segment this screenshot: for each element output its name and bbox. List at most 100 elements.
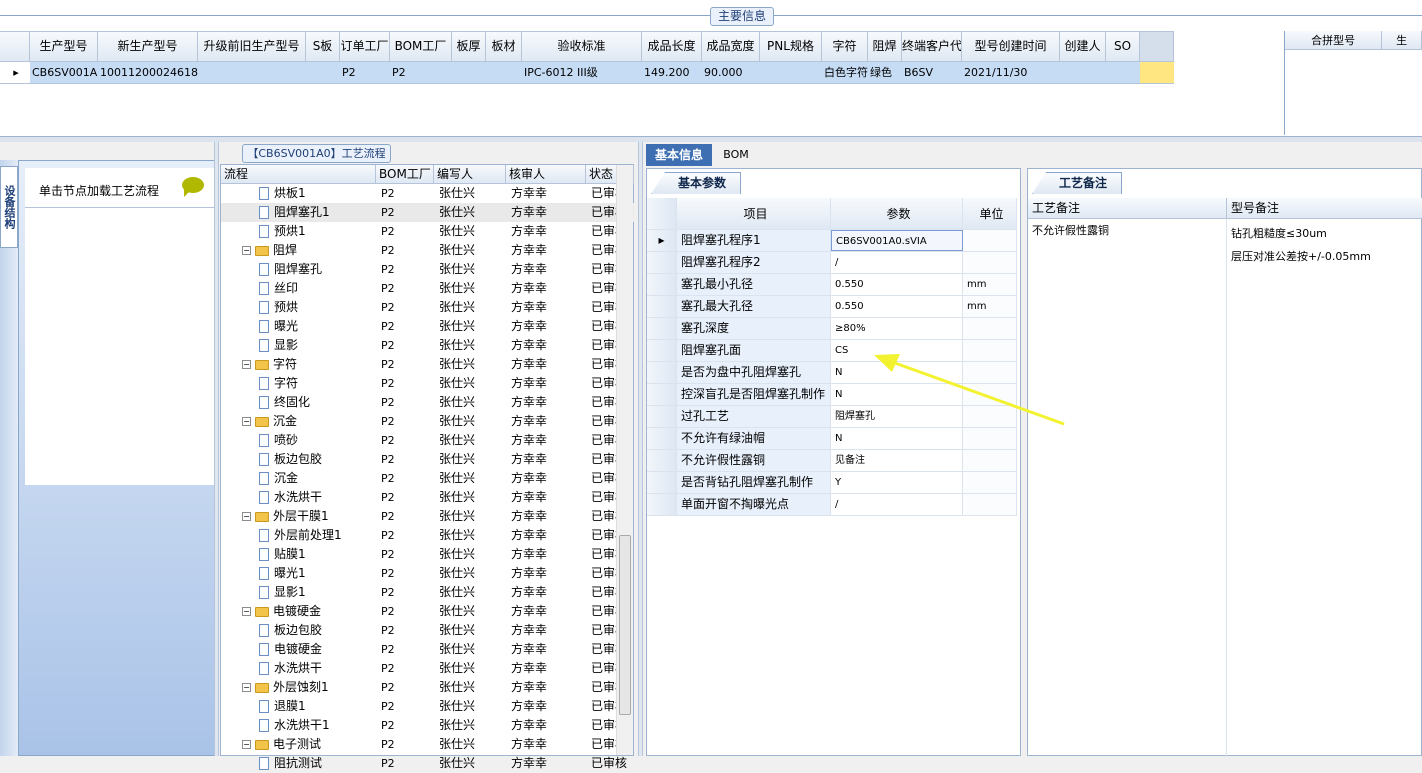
main-grid-cell[interactable]: P2 [390,62,452,83]
param-row[interactable]: 不允许假性露铜 见备注 [647,450,1017,472]
collapse-icon[interactable]: − [242,740,251,749]
collapse-icon[interactable]: − [242,512,251,521]
param-value[interactable]: / [831,252,963,273]
param-value[interactable]: CB6SV001A0.sVIA [831,230,963,251]
params-col-header[interactable]: 参数 [831,198,963,229]
tab-basic-params[interactable]: 基本参数 [651,172,742,194]
tree-row[interactable]: 阻抗测试 P2 张仕兴 方幸幸 已审核 [221,754,634,773]
main-grid-col-header[interactable]: 新生产型号 [98,32,198,61]
param-row[interactable]: 过孔工艺 阻焊塞孔 [647,406,1017,428]
param-value[interactable]: N [831,362,963,383]
param-value[interactable]: N [831,428,963,449]
tree-scroll-thumb[interactable] [619,535,631,715]
main-grid-cell[interactable] [1106,62,1140,83]
param-row[interactable]: ▸ 阻焊塞孔程序1 CB6SV001A0.sVIA [647,230,1017,252]
main-grid-cell[interactable]: 10011200024618 [98,62,198,83]
main-grid-col-header[interactable]: 生产型号 [30,32,98,61]
main-grid-col-header[interactable]: 型号创建时间 [962,32,1060,61]
main-grid-cell[interactable]: CB6SV001A0 [30,62,98,83]
tree-col-header[interactable]: BOM工厂 [376,165,434,183]
tree-row[interactable]: 烘板1 P2 张仕兴 方幸幸 已审核 [221,184,634,203]
collapse-icon[interactable]: − [242,246,251,255]
main-grid-cell[interactable]: P2 [340,62,390,83]
tree-row[interactable]: 退膜1 P2 张仕兴 方幸幸 已审核 [221,697,634,716]
main-grid-col-header[interactable]: 阻焊 [868,32,902,61]
tree-row[interactable]: 显影 P2 张仕兴 方幸幸 已审核 [221,336,634,355]
tree-row[interactable]: 水洗烘干 P2 张仕兴 方幸幸 已审核 [221,488,634,507]
tree-row[interactable]: 显影1 P2 张仕兴 方幸幸 已审核 [221,583,634,602]
param-row[interactable]: 塞孔最小孔径 0.550 mm [647,274,1017,296]
param-row[interactable]: 控深盲孔是否阻焊塞孔制作 N [647,384,1017,406]
tree-row[interactable]: 阻焊塞孔1 P2 张仕兴 方幸幸 已审核 [221,203,634,222]
main-grid-cell[interactable]: 90.000 [702,62,760,83]
tree-row[interactable]: 丝印 P2 张仕兴 方幸幸 已审核 [221,279,634,298]
main-grid-col-header[interactable]: 板材 [486,32,522,61]
main-grid-cell[interactable]: B6SV [902,62,962,83]
tree-col-header[interactable]: 核审人 [506,165,586,183]
param-row[interactable]: 单面开窗不掏曝光点 / [647,494,1017,516]
tree-row[interactable]: − 字符 P2 张仕兴 方幸幸 已审核 [221,355,634,374]
tab-process-notes[interactable]: 工艺备注 [1032,172,1123,194]
main-grid-col-header[interactable]: SO [1106,32,1140,61]
tree-col-header[interactable]: 编写人 [434,165,506,183]
main-grid-row[interactable]: ▸ CB6SV001A0 10011200024618 P2 P2 IPC-6012 II… [0,62,1174,84]
tree-row[interactable]: − 阻焊 P2 张仕兴 方幸幸 已审核 [221,241,634,260]
main-grid-col-header[interactable]: 成品宽度 [702,32,760,61]
params-col-header[interactable]: 单位 [963,198,1017,229]
param-value[interactable]: 阻焊塞孔 [831,406,963,427]
tree-row[interactable]: 板边包胶 P2 张仕兴 方幸幸 已审核 [221,621,634,640]
main-grid-cell[interactable]: IPC-6012 III级 [522,62,642,83]
main-grid-cell[interactable] [1060,62,1106,83]
tree-col-header[interactable]: 流程 [221,165,376,183]
collapse-icon[interactable]: − [242,417,251,426]
main-grid-cell[interactable] [306,62,340,83]
param-row[interactable]: 塞孔深度 ≥80% [647,318,1017,340]
tree-row[interactable]: − 外层干膜1 P2 张仕兴 方幸幸 已审核 [221,507,634,526]
main-grid-cell[interactable]: 2021/11/30 [962,62,1060,83]
tree-scrollbar[interactable] [616,165,633,755]
tab-bom[interactable]: BOM [716,144,756,166]
tree-row[interactable]: − 沉金 P2 张仕兴 方幸幸 已审核 [221,412,634,431]
tree-row[interactable]: 喷砂 P2 张仕兴 方幸幸 已审核 [221,431,634,450]
param-value[interactable]: 见备注 [831,450,963,471]
main-grid-col-header[interactable]: 终端客户代码 [902,32,962,61]
tree-row[interactable]: 终固化 P2 张仕兴 方幸幸 已审核 [221,393,634,412]
tree-row[interactable]: 预烘 P2 张仕兴 方幸幸 已审核 [221,298,634,317]
param-row[interactable]: 是否为盘中孔阻焊塞孔 N [647,362,1017,384]
param-row[interactable]: 阻焊塞孔面 CS [647,340,1017,362]
main-grid-cell[interactable]: 149.200 [642,62,702,83]
param-value[interactable]: ≥80% [831,318,963,339]
param-value[interactable]: 0.550 [831,274,963,295]
main-grid-col-header[interactable]: PNL规格 [760,32,822,61]
main-grid-col-header[interactable]: 板厚 [452,32,486,61]
merge-grid-col-header[interactable]: 合拼型号 [1285,31,1383,49]
tree-row[interactable]: − 电子测试 P2 张仕兴 方幸幸 已审核 [221,735,634,754]
main-grid-col-header[interactable]: 订单工厂 [340,32,390,61]
param-value[interactable]: N [831,384,963,405]
tree-row[interactable]: 水洗烘干1 P2 张仕兴 方幸幸 已审核 [221,716,634,735]
param-value[interactable]: CS [831,340,963,361]
param-value[interactable]: / [831,494,963,515]
tab-equipment-structure[interactable]: 设备结构 [0,166,18,248]
collapse-icon[interactable]: − [242,360,251,369]
tree-row[interactable]: 曝光1 P2 张仕兴 方幸幸 已审核 [221,564,634,583]
param-row[interactable]: 阻焊塞孔程序2/ [647,252,1017,274]
tree-row[interactable]: 电镀硬金 P2 张仕兴 方幸幸 已审核 [221,640,634,659]
tree-row[interactable]: 贴膜1 P2 张仕兴 方幸幸 已审核 [221,545,634,564]
tree-row[interactable]: − 电镀硬金 P2 张仕兴 方幸幸 已审核 [221,602,634,621]
param-row[interactable]: 塞孔最大孔径 0.550 mm [647,296,1017,318]
tree-row[interactable]: 预烘1 P2 张仕兴 方幸幸 已审核 [221,222,634,241]
collapse-icon[interactable]: − [242,607,251,616]
main-grid-col-header[interactable]: 成品长度 [642,32,702,61]
main-grid-col-header[interactable]: S板 [306,32,340,61]
params-col-header[interactable]: 项目 [677,198,831,229]
main-grid-cell[interactable] [198,62,306,83]
param-row[interactable]: 是否背钻孔阻焊塞孔制作 Y [647,472,1017,494]
tree-row[interactable]: 板边包胶 P2 张仕兴 方幸幸 已审核 [221,450,634,469]
collapse-icon[interactable]: − [242,683,251,692]
tab-basic-info[interactable]: 基本信息 [646,144,712,166]
tree-row[interactable]: − 外层蚀刻1 P2 张仕兴 方幸幸 已审核 [221,678,634,697]
tree-row[interactable]: 阻焊塞孔 P2 张仕兴 方幸幸 已审核 [221,260,634,279]
tree-row[interactable]: 字符 P2 张仕兴 方幸幸 已审核 [221,374,634,393]
main-grid-cell[interactable]: 绿色 [868,62,902,83]
